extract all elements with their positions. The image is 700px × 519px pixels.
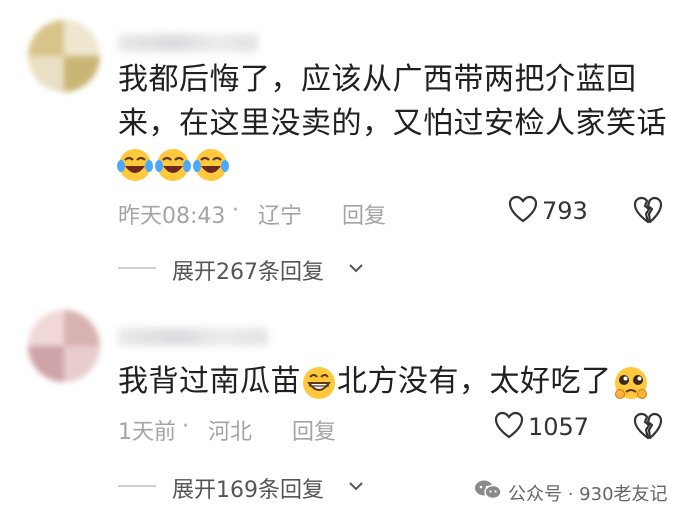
divider-line (118, 267, 156, 269)
dislike-heart-icon[interactable] (632, 411, 664, 441)
dislike-heart-icon[interactable] (632, 195, 664, 225)
grinning-face-icon (303, 366, 335, 399)
avatar[interactable] (28, 20, 100, 92)
crying-laughing-face-icon (155, 149, 191, 181)
pleading-face-icon (614, 366, 647, 399)
comment-text: 我背过南瓜苗 北方没有，太好吃了 (118, 360, 650, 404)
meta-separator: · (232, 198, 239, 223)
reply-button[interactable]: 回复 (342, 198, 386, 230)
comment-text: 我都后悔了，应该从广西带两把介蓝回 来，在这里没卖的，又怕过安检人家笑话 (118, 62, 667, 141)
meta-separator: · (182, 414, 189, 439)
expand-replies-label: 展开267条回复 (172, 260, 324, 285)
comment-location: 河北 (208, 420, 253, 445)
heart-icon (508, 195, 538, 223)
divider-line (118, 485, 156, 487)
chevron-down-icon (349, 482, 363, 491)
expand-replies-label: 展开169条回复 (172, 478, 324, 503)
reply-button[interactable]: 回复 (292, 414, 336, 446)
wechat-icon (475, 480, 502, 500)
username[interactable] (118, 34, 258, 52)
comment-item: 我都后悔了，应该从广西带两把介蓝回 来，在这里没卖的，又怕过安检人家笑话 昨天0… (0, 0, 700, 300)
watermark-text: 公众号 · 930老友记 (508, 484, 668, 505)
comment-time: 1天前 (118, 420, 176, 445)
crying-laughing-face-icon (193, 149, 229, 181)
heart-icon (494, 411, 524, 439)
comment-time: 昨天08:43 (118, 204, 226, 229)
crying-laughing-face-icon (117, 149, 153, 181)
avatar[interactable] (28, 310, 100, 382)
username[interactable] (118, 328, 268, 346)
like-count: 793 (542, 197, 588, 225)
chevron-down-icon (349, 264, 363, 273)
like-count: 1057 (528, 413, 590, 441)
comment-location: 辽宁 (258, 204, 303, 229)
